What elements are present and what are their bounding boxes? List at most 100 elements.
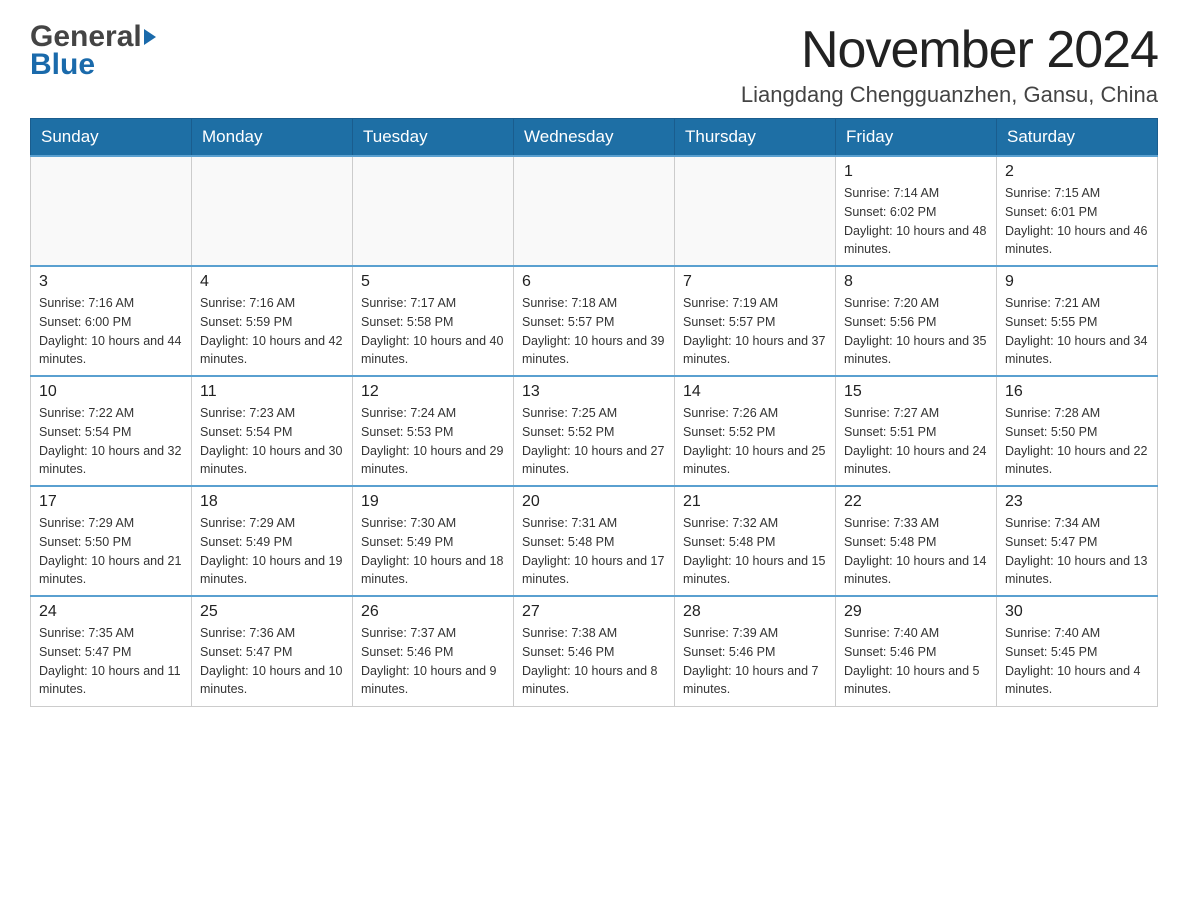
day-number: 29: [844, 603, 988, 621]
cell-info: Sunrise: 7:23 AMSunset: 5:54 PMDaylight:…: [200, 404, 344, 479]
day-number: 13: [522, 383, 666, 401]
cell-info: Sunrise: 7:32 AMSunset: 5:48 PMDaylight:…: [683, 514, 827, 589]
calendar-cell: 27 Sunrise: 7:38 AMSunset: 5:46 PMDayligh…: [514, 596, 675, 706]
day-number: 21: [683, 493, 827, 511]
calendar-cell: 28 Sunrise: 7:39 AMSunset: 5:46 PMDayligh…: [675, 596, 836, 706]
day-number: 15: [844, 383, 988, 401]
calendar-cell: 29 Sunrise: 7:40 AMSunset: 5:46 PMDayligh…: [836, 596, 997, 706]
cell-info: Sunrise: 7:18 AMSunset: 5:57 PMDaylight:…: [522, 294, 666, 369]
cell-info: Sunrise: 7:39 AMSunset: 5:46 PMDaylight:…: [683, 624, 827, 699]
calendar-cell: [675, 156, 836, 266]
cell-info: Sunrise: 7:17 AMSunset: 5:58 PMDaylight:…: [361, 294, 505, 369]
cell-info: Sunrise: 7:29 AMSunset: 5:49 PMDaylight:…: [200, 514, 344, 589]
day-number: 2: [1005, 163, 1149, 181]
calendar-cell: 7 Sunrise: 7:19 AMSunset: 5:57 PMDaylight…: [675, 266, 836, 376]
day-number: 16: [1005, 383, 1149, 401]
calendar-cell: 15 Sunrise: 7:27 AMSunset: 5:51 PMDayligh…: [836, 376, 997, 486]
day-number: 12: [361, 383, 505, 401]
day-number: 18: [200, 493, 344, 511]
cell-info: Sunrise: 7:15 AMSunset: 6:01 PMDaylight:…: [1005, 184, 1149, 259]
calendar-cell: [31, 156, 192, 266]
day-number: 24: [39, 603, 183, 621]
cell-info: Sunrise: 7:24 AMSunset: 5:53 PMDaylight:…: [361, 404, 505, 479]
week-row-1: 1Sunrise: 7:14 AMSunset: 6:02 PMDaylight…: [31, 156, 1158, 266]
day-header-tuesday: Tuesday: [353, 119, 514, 157]
cell-info: Sunrise: 7:14 AMSunset: 6:02 PMDaylight:…: [844, 184, 988, 259]
calendar-cell: 3 Sunrise: 7:16 AMSunset: 6:00 PMDaylight…: [31, 266, 192, 376]
day-number: 25: [200, 603, 344, 621]
calendar-cell: 13 Sunrise: 7:25 AMSunset: 5:52 PMDayligh…: [514, 376, 675, 486]
cell-info: Sunrise: 7:29 AMSunset: 5:50 PMDaylight:…: [39, 514, 183, 589]
day-header-saturday: Saturday: [997, 119, 1158, 157]
title-area: November 2024 Liangdang Chengguanzhen, G…: [741, 20, 1158, 108]
cell-info: Sunrise: 7:22 AMSunset: 5:54 PMDaylight:…: [39, 404, 183, 479]
day-header-wednesday: Wednesday: [514, 119, 675, 157]
day-number: 8: [844, 273, 988, 291]
cell-info: Sunrise: 7:19 AMSunset: 5:57 PMDaylight:…: [683, 294, 827, 369]
cell-info: Sunrise: 7:27 AMSunset: 5:51 PMDaylight:…: [844, 404, 988, 479]
calendar-cell: 11 Sunrise: 7:23 AMSunset: 5:54 PMDayligh…: [192, 376, 353, 486]
calendar-cell: 1Sunrise: 7:14 AMSunset: 6:02 PMDaylight…: [836, 156, 997, 266]
calendar-cell: 26 Sunrise: 7:37 AMSunset: 5:46 PMDayligh…: [353, 596, 514, 706]
day-number: 30: [1005, 603, 1149, 621]
month-title: November 2024: [741, 20, 1158, 80]
cell-info: Sunrise: 7:16 AMSunset: 5:59 PMDaylight:…: [200, 294, 344, 369]
calendar-cell: 21 Sunrise: 7:32 AMSunset: 5:48 PMDayligh…: [675, 486, 836, 596]
day-headers-row: SundayMondayTuesdayWednesdayThursdayFrid…: [31, 119, 1158, 157]
calendar-cell: 19 Sunrise: 7:30 AMSunset: 5:49 PMDayligh…: [353, 486, 514, 596]
calendar-cell: [353, 156, 514, 266]
cell-info: Sunrise: 7:38 AMSunset: 5:46 PMDaylight:…: [522, 624, 666, 699]
day-header-monday: Monday: [192, 119, 353, 157]
calendar-cell: 5Sunrise: 7:17 AMSunset: 5:58 PMDaylight…: [353, 266, 514, 376]
day-number: 23: [1005, 493, 1149, 511]
calendar-cell: 22 Sunrise: 7:33 AMSunset: 5:48 PMDayligh…: [836, 486, 997, 596]
cell-info: Sunrise: 7:21 AMSunset: 5:55 PMDaylight:…: [1005, 294, 1149, 369]
calendar-cell: 25 Sunrise: 7:36 AMSunset: 5:47 PMDayligh…: [192, 596, 353, 706]
day-number: 28: [683, 603, 827, 621]
week-row-3: 10 Sunrise: 7:22 AMSunset: 5:54 PMDayligh…: [31, 376, 1158, 486]
cell-info: Sunrise: 7:34 AMSunset: 5:47 PMDaylight:…: [1005, 514, 1149, 589]
cell-info: Sunrise: 7:30 AMSunset: 5:49 PMDaylight:…: [361, 514, 505, 589]
calendar-cell: 30 Sunrise: 7:40 AMSunset: 5:45 PMDayligh…: [997, 596, 1158, 706]
calendar-cell: 10 Sunrise: 7:22 AMSunset: 5:54 PMDayligh…: [31, 376, 192, 486]
calendar-table: SundayMondayTuesdayWednesdayThursdayFrid…: [30, 118, 1158, 707]
day-number: 22: [844, 493, 988, 511]
calendar-cell: 18 Sunrise: 7:29 AMSunset: 5:49 PMDayligh…: [192, 486, 353, 596]
calendar-cell: [192, 156, 353, 266]
day-number: 17: [39, 493, 183, 511]
cell-info: Sunrise: 7:33 AMSunset: 5:48 PMDaylight:…: [844, 514, 988, 589]
calendar-cell: 12 Sunrise: 7:24 AMSunset: 5:53 PMDayligh…: [353, 376, 514, 486]
cell-info: Sunrise: 7:37 AMSunset: 5:46 PMDaylight:…: [361, 624, 505, 699]
day-header-thursday: Thursday: [675, 119, 836, 157]
day-number: 3: [39, 273, 183, 291]
calendar-cell: 4 Sunrise: 7:16 AMSunset: 5:59 PMDaylight…: [192, 266, 353, 376]
calendar-cell: 23 Sunrise: 7:34 AMSunset: 5:47 PMDayligh…: [997, 486, 1158, 596]
cell-info: Sunrise: 7:35 AMSunset: 5:47 PMDaylight:…: [39, 624, 183, 699]
week-row-5: 24 Sunrise: 7:35 AMSunset: 5:47 PMDayligh…: [31, 596, 1158, 706]
calendar-cell: 17 Sunrise: 7:29 AMSunset: 5:50 PMDayligh…: [31, 486, 192, 596]
calendar-cell: 14Sunrise: 7:26 AMSunset: 5:52 PMDayligh…: [675, 376, 836, 486]
cell-info: Sunrise: 7:16 AMSunset: 6:00 PMDaylight:…: [39, 294, 183, 369]
day-header-friday: Friday: [836, 119, 997, 157]
day-number: 27: [522, 603, 666, 621]
cell-info: Sunrise: 7:40 AMSunset: 5:46 PMDaylight:…: [844, 624, 988, 699]
cell-info: Sunrise: 7:28 AMSunset: 5:50 PMDaylight:…: [1005, 404, 1149, 479]
day-number: 20: [522, 493, 666, 511]
day-number: 26: [361, 603, 505, 621]
calendar-cell: 20Sunrise: 7:31 AMSunset: 5:48 PMDayligh…: [514, 486, 675, 596]
cell-info: Sunrise: 7:36 AMSunset: 5:47 PMDaylight:…: [200, 624, 344, 699]
day-number: 7: [683, 273, 827, 291]
week-row-4: 17 Sunrise: 7:29 AMSunset: 5:50 PMDayligh…: [31, 486, 1158, 596]
day-number: 10: [39, 383, 183, 401]
cell-info: Sunrise: 7:25 AMSunset: 5:52 PMDaylight:…: [522, 404, 666, 479]
day-number: 11: [200, 383, 344, 401]
day-number: 19: [361, 493, 505, 511]
cell-info: Sunrise: 7:26 AMSunset: 5:52 PMDaylight:…: [683, 404, 827, 479]
cell-info: Sunrise: 7:40 AMSunset: 5:45 PMDaylight:…: [1005, 624, 1149, 699]
logo-arrow-icon: [144, 29, 156, 45]
calendar-cell: 24 Sunrise: 7:35 AMSunset: 5:47 PMDayligh…: [31, 596, 192, 706]
logo-blue-text: Blue: [30, 48, 95, 82]
calendar-cell: [514, 156, 675, 266]
day-number: 6: [522, 273, 666, 291]
day-number: 4: [200, 273, 344, 291]
